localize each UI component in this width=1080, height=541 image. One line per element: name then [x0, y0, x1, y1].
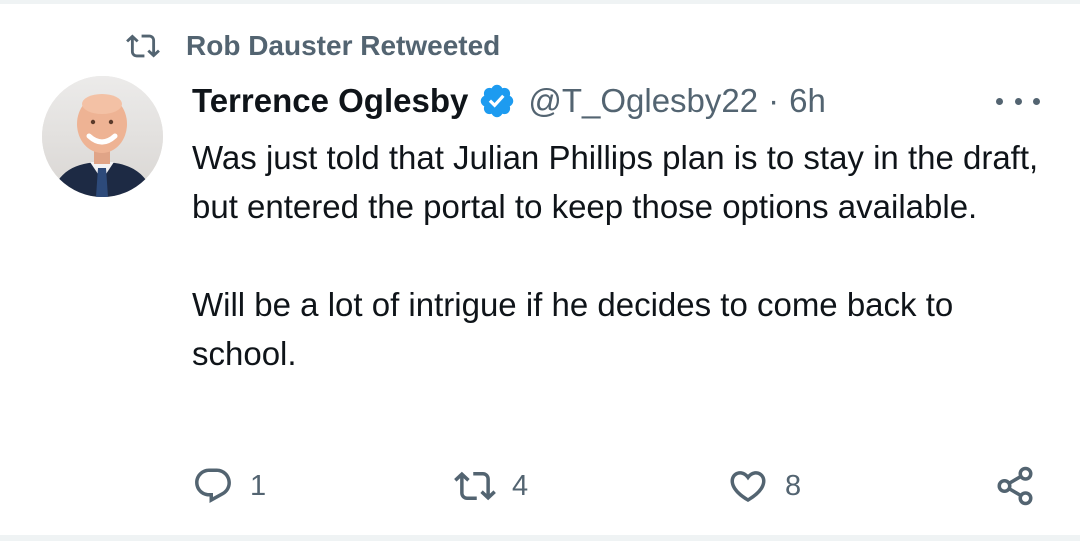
- more-dot: [1014, 97, 1022, 105]
- author-name[interactable]: Terrence Oglesby: [192, 82, 468, 120]
- separator-dot: ·: [768, 82, 780, 119]
- avatar-photo: [42, 76, 163, 197]
- avatar[interactable]: [42, 76, 163, 197]
- more-options-icon[interactable]: [996, 90, 1040, 112]
- heart-icon: [730, 471, 766, 503]
- share-button[interactable]: [994, 458, 1036, 514]
- reply-count: 1: [250, 469, 267, 502]
- reply-button[interactable]: 1: [192, 458, 266, 514]
- like-button[interactable]: 8: [727, 458, 801, 514]
- share-icon: [997, 466, 1033, 506]
- bottom-divider: [0, 535, 1080, 541]
- more-dot: [996, 97, 1003, 105]
- tweet-timestamp[interactable]: 6h: [789, 82, 826, 120]
- more-dot: [1033, 97, 1040, 105]
- author-handle[interactable]: @T_Oglesby22: [528, 82, 758, 120]
- retweet-context-label: Rob Dauster Retweeted: [186, 30, 501, 61]
- like-count: 8: [785, 469, 802, 502]
- action-bar: 1 4 8: [0, 458, 1080, 514]
- tweet-paragraph: Will be a lot of intrigue if he decides …: [192, 286, 954, 372]
- retweet-icon: [454, 471, 496, 501]
- tweet-header: Terrence Oglesby @T_Oglesby22 · 6h: [192, 80, 826, 122]
- tweet-paragraph: Was just told that Julian Phillips plan …: [192, 139, 1039, 225]
- verified-badge-icon[interactable]: [478, 82, 516, 120]
- tweet-text: Was just told that Julian Phillips plan …: [192, 133, 1052, 378]
- retweet-context[interactable]: Rob Dauster Retweeted: [122, 26, 500, 66]
- reply-icon: [195, 468, 231, 503]
- top-divider: [0, 0, 1080, 4]
- retweet-count: 4: [512, 469, 529, 502]
- retweet-icon: [126, 34, 160, 58]
- retweet-button[interactable]: 4: [454, 458, 528, 514]
